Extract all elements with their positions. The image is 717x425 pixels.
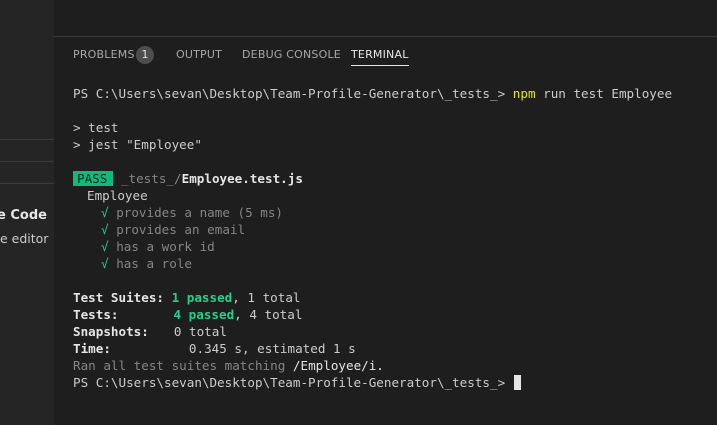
summary-label: Time: [73, 341, 111, 356]
script-line: > test [73, 120, 119, 135]
summary-time: Time: 0.345 s, estimated 1 s [73, 340, 356, 357]
script-line: > jest "Employee" [73, 137, 202, 152]
summary-total: , 4 total [234, 307, 303, 322]
test-case: √ has a work id [101, 238, 215, 255]
test-case: √ provides an email [101, 221, 245, 238]
terminal-prompt-line[interactable]: PS C:\Users\sevan\Desktop\Team-Profile-G… [73, 374, 521, 391]
suite-name: Employee [87, 188, 148, 203]
terminal-prompt: PS C:\Users\sevan\Desktop\Team-Profile-G… [73, 86, 506, 101]
summary-label: Tests: [73, 307, 119, 322]
panel-tab-bar: PROBLEMS 1 OUTPUT DEBUG CONSOLE TERMINAL [54, 37, 717, 73]
welcome-subtitle-fragment: e editor [0, 231, 49, 246]
terminal-prompt: PS C:\Users\sevan\Desktop\Team-Profile-G… [73, 375, 506, 390]
check-icon: √ [101, 222, 109, 237]
test-case: √ provides a name (5 ms) [101, 204, 283, 221]
summary-value: 0 total [173, 324, 227, 339]
terminal-command-line: PS C:\Users\sevan\Desktop\Team-Profile-G… [73, 85, 672, 102]
sidebar-fragment: e Code e editor [0, 0, 54, 425]
test-case-name: provides an email [116, 222, 246, 237]
tab-problems[interactable]: PROBLEMS [73, 48, 135, 61]
tab-output[interactable]: OUTPUT [176, 48, 222, 61]
terminal-cursor [513, 375, 521, 390]
tab-debug-console[interactable]: DEBUG CONSOLE [242, 48, 341, 61]
pass-badge: PASS [73, 171, 114, 186]
summary-passed: 1 passed [171, 290, 233, 305]
command-binary: npm [512, 86, 536, 101]
ran-all-pattern: /Employee/i. [292, 358, 384, 373]
summary-value: 0.345 s, estimated 1 s [188, 341, 356, 356]
summary-passed: 4 passed [173, 307, 235, 322]
command-args: run test Employee [543, 86, 673, 101]
test-case-name: provides a name (5 ms) [116, 205, 283, 220]
tab-terminal[interactable]: TERMINAL [351, 48, 409, 66]
test-case-name: has a role [116, 256, 193, 271]
editor-area [54, 0, 717, 36]
sidebar-divider [0, 139, 54, 140]
test-dir: _tests_/ [120, 171, 182, 186]
summary-tests: Tests: 4 passed, 4 total [73, 306, 302, 323]
check-icon: √ [101, 205, 109, 220]
test-case: √ has a role [101, 255, 192, 272]
test-file: Employee.test.js [181, 171, 303, 186]
summary-snapshots: Snapshots: 0 total [73, 323, 227, 340]
summary-test-suites: Test Suites: 1 passed, 1 total [73, 289, 301, 306]
ran-all-line: Ran all test suites matching /Employee/i… [73, 357, 384, 374]
welcome-title-fragment: e Code [0, 208, 47, 223]
problems-count-badge: 1 [136, 46, 154, 64]
test-file-result: PASS _tests_/Employee.test.js [73, 170, 303, 187]
sidebar-divider [0, 183, 54, 184]
summary-label: Snapshots: [73, 324, 149, 339]
summary-label: Test Suites: [73, 290, 164, 305]
sidebar-divider [0, 161, 54, 162]
test-case-name: has a work id [116, 239, 215, 254]
check-icon: √ [101, 239, 109, 254]
summary-total: , 1 total [232, 290, 301, 305]
check-icon: √ [101, 256, 109, 271]
ran-all-prefix: Ran all test suites matching [73, 358, 286, 373]
